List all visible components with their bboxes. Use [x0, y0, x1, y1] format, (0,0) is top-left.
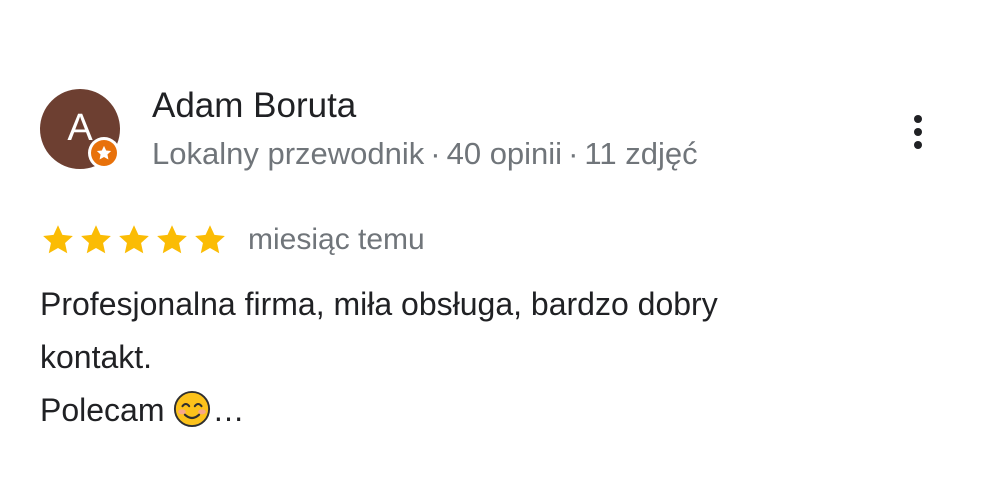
- avatar-letter: A: [67, 106, 93, 149]
- star-icon: [81, 225, 111, 254]
- review-date: miesiąc temu: [248, 223, 425, 256]
- reviewer-name[interactable]: Adam Boruta: [152, 86, 356, 126]
- more-options-button[interactable]: [900, 110, 936, 154]
- review-text-line: Profesjonalna firma, miła obsługa, bardz…: [40, 286, 718, 322]
- smiling-face-icon: [173, 390, 210, 428]
- star-rating: [40, 222, 228, 258]
- review-text-line: kontakt.: [40, 339, 153, 375]
- meta-separator: ·: [430, 136, 441, 171]
- local-guide-badge-icon: [88, 137, 120, 169]
- review-card: A Adam Boruta Lokalny przewodnik · 40 opin…: [0, 0, 1000, 500]
- star-icon: [195, 225, 225, 254]
- local-guide-label: Lokalny przewodnik: [152, 136, 425, 171]
- more-vertical-icon: [914, 115, 922, 149]
- reviews-count: 40 opinii: [446, 136, 563, 171]
- photos-count: 11 zdjęć: [584, 136, 698, 171]
- review-text: Profesjonalna firma, miła obsługa, bardz…: [40, 278, 920, 437]
- star-icon: [119, 225, 149, 254]
- rating-row: miesiąc temu: [40, 220, 425, 260]
- review-text-line: Polecam …: [40, 384, 920, 437]
- meta-separator: ·: [568, 136, 579, 171]
- review-text-line-content: Polecam: [40, 392, 165, 428]
- star-icon: [157, 225, 187, 254]
- star-icon: [43, 225, 73, 254]
- truncation-ellipsis[interactable]: …: [213, 392, 245, 428]
- reviewer-meta: Lokalny przewodnik · 40 opinii · 11 zdjęć: [152, 136, 698, 172]
